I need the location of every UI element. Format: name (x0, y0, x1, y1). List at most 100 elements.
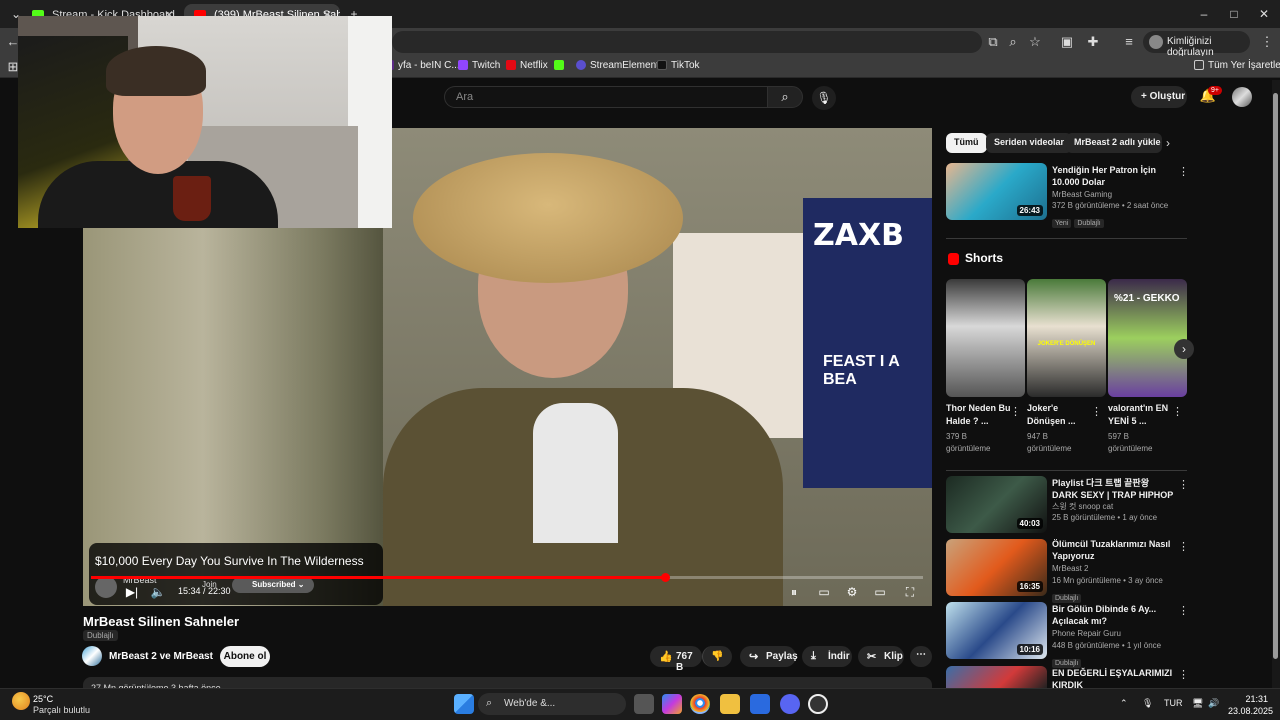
more-icon[interactable]: ⋮ (1178, 478, 1189, 491)
zoom-icon[interactable]: ⌕ (1004, 33, 1022, 51)
voice-search-button[interactable]: 🎙 (812, 86, 836, 110)
more-icon[interactable]: ⋮ (1178, 604, 1189, 617)
network-icon[interactable]: 🖥 (1192, 698, 1203, 709)
chrome-icon[interactable] (690, 694, 710, 714)
more-icon[interactable]: ⋮ (1010, 405, 1021, 418)
tray-chevron-up-icon[interactable]: ⌃ (1120, 698, 1128, 709)
settings-gear-icon[interactable]: ⚙ (844, 584, 860, 600)
overlay-channel-avatar[interactable] (95, 576, 117, 598)
video-thumbnail[interactable] (946, 666, 1047, 688)
weather-desc[interactable]: Parçalı bulutlu (33, 705, 90, 715)
avatar[interactable] (1232, 87, 1252, 107)
taskbar-search[interactable]: ⌕ Web'de &... (478, 693, 626, 715)
volume-icon[interactable]: 🔈 (150, 584, 166, 600)
cast-icon[interactable]: ⧉ (984, 33, 1002, 51)
clock-date: 23.08.2025 (1228, 706, 1274, 716)
subtitles-icon[interactable]: ▭ (816, 584, 832, 600)
search-input[interactable]: Ara (444, 86, 767, 108)
autoplay-toggle[interactable]: ⏸ (786, 584, 802, 600)
scrollbar-thumb[interactable] (1273, 93, 1278, 659)
share-icon: ↪ (749, 651, 759, 663)
weather-temp[interactable]: 25°C (33, 694, 53, 704)
dislike-button[interactable]: 👎 (702, 646, 732, 667)
video-thumbnail[interactable]: 10:16 (946, 602, 1047, 659)
task-view-icon[interactable] (634, 694, 654, 714)
video-title[interactable]: Yendiğin Her Patron İçin 10.000 Dolar (1052, 164, 1177, 188)
bookmark-tiktok[interactable]: TikTok (657, 60, 700, 71)
puzzle-icon[interactable]: ✚ (1084, 33, 1102, 51)
extension-icon[interactable]: ▣ (1058, 33, 1076, 51)
all-bookmarks[interactable]: Tüm Yer İşaretleri (1194, 60, 1280, 71)
more-icon[interactable]: ⋮ (1178, 540, 1189, 553)
system-clock[interactable]: 21:31 23.08.2025 (1228, 693, 1274, 717)
close-window-button[interactable]: ✕ (1250, 4, 1278, 24)
more-actions-button[interactable]: ⋯ (910, 646, 932, 667)
video-thumbnail[interactable]: 26:43 (946, 163, 1047, 220)
chip-series[interactable]: Seriden videolar (986, 133, 1073, 153)
channel-avatar[interactable] (82, 646, 102, 666)
discord-icon[interactable] (780, 694, 800, 714)
short-title[interactable]: valorant'ın EN YENİ 5 ... (1108, 402, 1174, 428)
more-icon[interactable]: ⋮ (1178, 668, 1189, 681)
chevron-right-icon[interactable]: › (1166, 136, 1170, 150)
create-label: Oluştur (1149, 91, 1186, 102)
video-title[interactable]: Bir Gölün Dibinde 6 Ay... Açılacak mı? (1052, 603, 1177, 627)
speaker-icon[interactable]: 🔊 (1208, 698, 1219, 709)
shorts-heading: Shorts (965, 251, 1004, 265)
search-button[interactable]: ⌕ (767, 86, 803, 108)
file-explorer-icon[interactable] (720, 694, 740, 714)
channel-name[interactable]: MrBeast 2 ve MrBeast (109, 651, 213, 662)
short-title[interactable]: Thor Neden Bu Halde ? ... (946, 402, 1012, 428)
bookmark-streamelements[interactable]: StreamElements (576, 60, 664, 71)
reading-list-icon[interactable]: ≡ (1120, 33, 1138, 51)
bookmark-netflix[interactable]: Netflix (506, 60, 548, 71)
clip-button[interactable]: ✂ Klip (858, 646, 904, 667)
share-button[interactable]: ↪ Paylaş (740, 646, 798, 667)
profile-verify-button[interactable]: Kimliğinizi doğrulayın (1143, 31, 1250, 58)
video-title[interactable]: Ölümcül Tuzaklarımızı Nasıl Yapıyoruz (1052, 538, 1177, 562)
weather-icon[interactable] (12, 692, 30, 710)
more-icon[interactable]: ⋮ (1178, 165, 1189, 178)
fullscreen-icon[interactable]: ⛶ (902, 584, 918, 600)
short-title[interactable]: Joker'e Dönüşen ... (1027, 402, 1093, 428)
video-channel[interactable]: Phone Repair Guru (1052, 628, 1121, 640)
short-thumbnail[interactable]: %21 - GEKKO (1108, 279, 1187, 397)
shorts-next-button[interactable]: › (1174, 339, 1194, 359)
store-icon[interactable] (750, 694, 770, 714)
maximize-button[interactable]: □ (1220, 4, 1248, 24)
short-thumbnail[interactable]: JOKER'E DÖNÜŞEN (1027, 279, 1106, 397)
progress-scrubber[interactable] (661, 573, 671, 582)
video-channel[interactable]: MrBeast 2 (1052, 563, 1088, 575)
address-bar[interactable] (392, 31, 982, 53)
bookmark-star-icon[interactable]: ☆ (1026, 33, 1044, 51)
minimize-button[interactable]: – (1190, 4, 1218, 24)
chip-all[interactable]: Tümü (946, 133, 987, 153)
subscribed-button[interactable]: Subscribed ⌄ (232, 577, 314, 593)
video-thumbnail[interactable]: 16:35 (946, 539, 1047, 596)
theater-mode-icon[interactable]: ▭ (872, 584, 888, 600)
overlay-video-title[interactable]: $10,000 Every Day You Survive In The Wil… (95, 554, 364, 568)
copilot-icon[interactable] (662, 694, 682, 714)
language-indicator[interactable]: TUR (1164, 698, 1183, 708)
profile-verify-label: Kimliğinizi doğrulayın (1167, 36, 1214, 58)
menu-icon[interactable]: ⋮ (1258, 33, 1276, 51)
more-icon[interactable]: ⋮ (1172, 405, 1183, 418)
bookmark-bein[interactable]: yfa - beIN C... (384, 60, 460, 71)
start-button-icon[interactable] (454, 694, 474, 714)
obs-icon[interactable] (808, 694, 828, 714)
subscribed-label: Subscribed (252, 580, 296, 589)
more-icon[interactable]: ⋮ (1091, 405, 1102, 418)
video-thumbnail[interactable]: 40:03 (946, 476, 1047, 533)
next-icon[interactable]: ▶| (124, 584, 140, 600)
short-thumbnail[interactable] (946, 279, 1025, 397)
subscribe-button[interactable]: Abone ol (220, 646, 270, 667)
create-button[interactable]: + Oluştur (1131, 86, 1187, 108)
tray-mic-icon[interactable]: 🎙 (1142, 698, 1153, 709)
video-title[interactable]: EN DEĞERLİ EŞYALARIMIZI KIRDIK (1052, 667, 1177, 688)
bookmark-twitch[interactable]: Twitch (458, 60, 500, 71)
like-button[interactable]: 👍 767 B (650, 646, 702, 673)
video-title[interactable]: Playlist 다크 트랩 끝판왕 DARK SEXY | TRAP HIPH… (1052, 477, 1177, 501)
chip-uploads[interactable]: MrBeast 2 adlı yükle (1066, 133, 1162, 153)
taskbar-search-label: Web'de &... (504, 698, 556, 709)
download-button[interactable]: ⤓ İndir (802, 646, 852, 667)
